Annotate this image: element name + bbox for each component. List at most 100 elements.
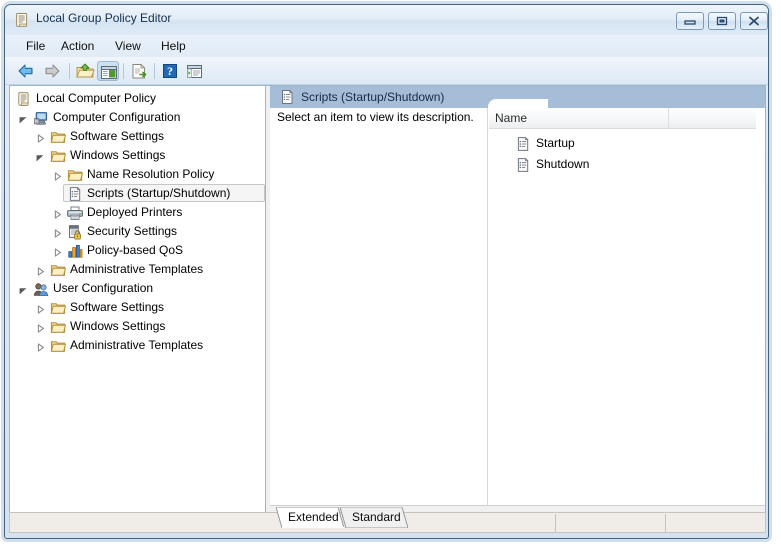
svg-text:?: ? (167, 64, 173, 78)
script-icon (67, 186, 83, 202)
tree-item-label: Administrative Templates (70, 262, 204, 276)
menu-bar: File Action View Help (5, 35, 768, 57)
tree-item-label: Windows Settings (70, 148, 166, 162)
bar-chart-icon (67, 243, 83, 259)
back-arrow-icon[interactable] (15, 61, 37, 81)
expand-triangle-icon[interactable] (36, 341, 45, 352)
tree-item-computer-configuration[interactable]: Computer Configuration (10, 108, 265, 127)
result-pane: Scripts (Startup/Shutdown) Select an ite… (270, 86, 765, 528)
expand-triangle-icon[interactable] (53, 246, 62, 257)
tree-item-name-resolution-policy[interactable]: Name Resolution Policy (10, 165, 265, 184)
show-pane-icon[interactable] (183, 61, 205, 81)
list-item[interactable]: Startup (489, 134, 756, 153)
collapse-triangle-icon[interactable] (19, 113, 28, 124)
expand-triangle-icon[interactable] (53, 208, 62, 219)
console-tree[interactable]: Local Computer Policy Computer Configurat… (10, 86, 266, 528)
policy-document-icon (16, 91, 32, 107)
script-icon (515, 157, 531, 173)
policy-document-icon (14, 12, 30, 28)
tree-item-administrative-templates[interactable]: Administrative Templates (10, 260, 265, 279)
main-window: Local Group Policy Editor File Action Vi… (4, 4, 769, 539)
close-button[interactable] (740, 12, 768, 30)
expand-triangle-icon[interactable] (36, 322, 45, 333)
tree-item-windows-settings[interactable]: Windows Settings (10, 317, 265, 336)
expand-triangle-icon[interactable] (36, 303, 45, 314)
tree-item-label: Computer Configuration (53, 110, 181, 124)
folder-icon (67, 167, 84, 183)
list-item-label: Startup (536, 136, 575, 150)
folder-icon (50, 338, 67, 354)
tree-item-local-computer-policy[interactable]: Local Computer Policy (10, 89, 265, 108)
tree-item-policy-based-qos[interactable]: Policy-based QoS (10, 241, 265, 260)
maximize-button[interactable] (708, 12, 736, 30)
result-pane-header: Scripts (Startup/Shutdown) (270, 86, 765, 111)
tab-extended-label: Extended (288, 510, 339, 524)
menu-file[interactable]: File (20, 38, 51, 54)
expand-triangle-icon[interactable] (36, 132, 45, 143)
expand-triangle-icon[interactable] (53, 170, 62, 181)
expand-triangle-icon[interactable] (53, 227, 62, 238)
tree-item-label: Policy-based QoS (87, 243, 184, 257)
list-column-headers: Name (489, 108, 756, 129)
status-separator-2 (665, 514, 666, 533)
folder-icon (50, 129, 67, 145)
list-item[interactable]: Shutdown (489, 155, 756, 174)
tree-item-label: Administrative Templates (70, 338, 204, 352)
menu-help[interactable]: Help (155, 38, 192, 54)
tree-item-label: Name Resolution Policy (87, 167, 215, 181)
expand-triangle-icon[interactable] (36, 265, 45, 276)
show-hide-tree-icon[interactable] (97, 61, 119, 81)
tree-item-user-configuration[interactable]: User Configuration (10, 279, 265, 298)
tree-item-label: Deployed Printers (87, 205, 183, 219)
client-area: Local Computer Policy Computer Configurat… (9, 85, 766, 529)
tree-item-windows-settings[interactable]: Windows Settings (10, 146, 265, 165)
folder-icon (50, 148, 67, 164)
export-list-icon[interactable] (128, 61, 150, 81)
tree-item-deployed-printers[interactable]: Deployed Printers (10, 203, 265, 222)
result-list[interactable]: Name Startup Shutdown (489, 108, 756, 506)
description-pane: Select an item to view its description. (270, 108, 488, 506)
minimize-button[interactable] (676, 12, 704, 30)
toolbar: ? (5, 57, 768, 85)
security-lock-icon (67, 224, 83, 240)
menu-view[interactable]: View (109, 38, 147, 54)
tree-item-label: Software Settings (70, 129, 165, 143)
status-separator-1 (555, 514, 556, 533)
script-icon (515, 136, 531, 152)
window-title: Local Group Policy Editor (36, 11, 172, 25)
help-icon[interactable]: ? (159, 61, 181, 81)
collapse-triangle-icon[interactable] (36, 151, 45, 162)
description-text: Select an item to view its description. (277, 110, 474, 124)
tree-item-scripts-startup-shutdown[interactable]: Scripts (Startup/Shutdown) (10, 184, 265, 203)
menu-action[interactable]: Action (55, 38, 100, 54)
tree-item-label: Software Settings (70, 300, 165, 314)
tree-item-administrative-templates[interactable]: Administrative Templates (10, 336, 265, 355)
toolbar-separator (69, 63, 70, 79)
tree-item-label: User Configuration (53, 281, 154, 295)
tree-item-software-settings[interactable]: Software Settings (10, 127, 265, 146)
folder-icon (50, 319, 67, 335)
column-header-name[interactable]: Name (489, 108, 669, 128)
toolbar-separator-2 (123, 63, 124, 79)
script-icon (279, 89, 295, 105)
tree-item-label: Scripts (Startup/Shutdown) (87, 186, 231, 200)
user-icon (33, 281, 49, 297)
tree-item-label: Local Computer Policy (36, 91, 157, 105)
tab-extended[interactable]: Extended (275, 506, 345, 528)
tree-item-label: Windows Settings (70, 319, 166, 333)
tree-item-security-settings[interactable]: Security Settings (10, 222, 265, 241)
tree-item-label: Security Settings (87, 224, 178, 238)
printer-icon (67, 205, 83, 221)
result-pane-title: Scripts (Startup/Shutdown) (301, 90, 445, 104)
forward-arrow-icon[interactable] (41, 61, 63, 81)
up-folder-icon[interactable] (74, 61, 96, 81)
computer-icon (33, 110, 49, 126)
list-item-label: Shutdown (536, 157, 590, 171)
tree-item-software-settings[interactable]: Software Settings (10, 298, 265, 317)
title-bar: Local Group Policy Editor (5, 5, 768, 35)
folder-icon (50, 300, 67, 316)
tab-standard-label: Standard (352, 510, 401, 524)
folder-icon (50, 262, 67, 278)
collapse-triangle-icon[interactable] (19, 284, 28, 295)
tab-standard[interactable]: Standard (339, 506, 409, 528)
